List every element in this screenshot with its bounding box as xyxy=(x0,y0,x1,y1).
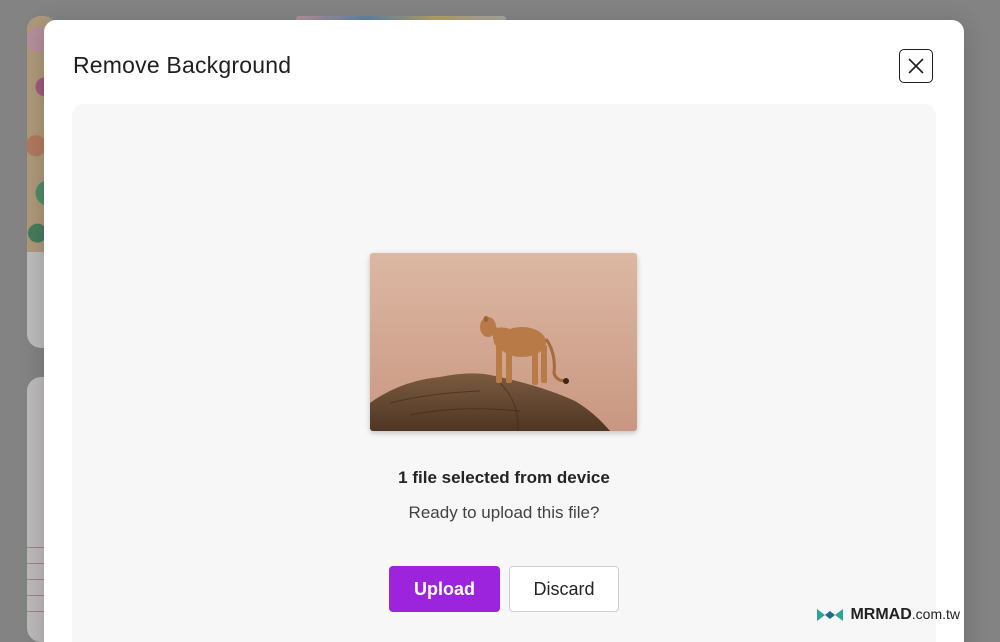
image-preview xyxy=(370,253,637,431)
dialog-title: Remove Background xyxy=(73,52,292,78)
watermark-domain: .com.tw xyxy=(911,606,960,622)
remove-background-dialog: Remove Background 1 file selected from d… xyxy=(44,20,964,642)
upload-area: 1 file selected from device Ready to upl… xyxy=(72,104,936,642)
mrmad-logo-icon xyxy=(817,609,844,621)
discard-button[interactable]: Discard xyxy=(509,566,619,612)
selection-status-subtitle: Ready to upload this file? xyxy=(408,503,600,522)
upload-button[interactable]: Upload xyxy=(389,566,500,612)
close-icon xyxy=(908,58,924,74)
watermark-text: MRMAD.com.tw xyxy=(850,606,960,624)
preview-image xyxy=(370,253,637,431)
watermark-brand: MRMAD xyxy=(850,606,912,623)
selection-status-title: 1 file selected from device xyxy=(398,468,610,487)
watermark: MRMAD.com.tw xyxy=(816,606,960,624)
close-button[interactable] xyxy=(899,49,933,83)
